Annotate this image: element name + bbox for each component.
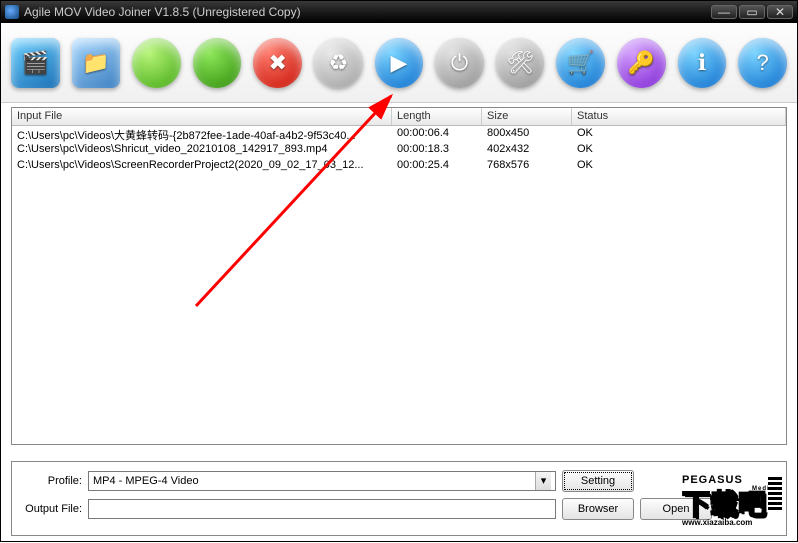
profile-value: MP4 - MPEG-4 Video xyxy=(93,475,199,487)
settings-icon[interactable]: 🛠 xyxy=(496,38,545,88)
cell-status: OK xyxy=(572,159,786,174)
cell-length: 00:00:25.4 xyxy=(392,159,482,174)
power-icon-glyph: ⏻ xyxy=(451,50,468,76)
cell-path: C:\Users\pc\Videos\ScreenRecorderProject… xyxy=(12,159,392,174)
toolbar: 🎬 📁 ✖ ♻ ▶ ⏻ 🛠 🛒 🔑 ℹ? xyxy=(1,23,797,103)
move-up-icon[interactable] xyxy=(132,38,181,88)
logo-brand: PEGASUS xyxy=(682,474,743,486)
clear-icon-glyph: ♻ xyxy=(328,50,348,76)
file-list-panel: Input File Length Size Status C:\Users\p… xyxy=(11,107,787,445)
cell-status: OK xyxy=(572,143,786,158)
output-file-input[interactable] xyxy=(88,499,556,519)
column-header-length[interactable]: Length xyxy=(392,108,482,125)
column-header-file[interactable]: Input File xyxy=(12,108,392,125)
help-icon[interactable]: ? xyxy=(738,38,787,88)
about-icon[interactable]: ℹ xyxy=(678,38,727,88)
logo-big: 下载吧 xyxy=(682,492,782,518)
output-file-label: Output File: xyxy=(22,503,82,515)
help-icon-glyph: ? xyxy=(756,50,768,76)
setting-button[interactable]: Setting xyxy=(562,470,634,492)
cell-size: 800x450 xyxy=(482,127,572,142)
move-down-icon[interactable] xyxy=(193,38,242,88)
clear-icon[interactable]: ♻ xyxy=(314,38,363,88)
settings-icon-glyph: 🛠 xyxy=(506,50,534,76)
cell-length: 00:00:06.4 xyxy=(392,127,482,142)
about-icon-glyph: ℹ xyxy=(698,50,706,76)
app-icon xyxy=(5,5,19,19)
profile-label: Profile: xyxy=(22,475,82,487)
logo: PEGASUS Media 下载吧 www.xiazaiba.com xyxy=(682,474,782,529)
cell-status: OK xyxy=(572,127,786,142)
remove-icon-glyph: ✖ xyxy=(269,50,287,76)
remove-icon[interactable]: ✖ xyxy=(253,38,302,88)
bottom-panel: Profile: MP4 - MPEG-4 Video ▾ Setting Ou… xyxy=(11,461,787,536)
table-row[interactable]: C:\Users\pc\Videos\ScreenRecorderProject… xyxy=(12,158,786,174)
power-icon[interactable]: ⏻ xyxy=(435,38,484,88)
cell-path: C:\Users\pc\Videos\Shricut_video_2021010… xyxy=(12,143,392,158)
column-header-size[interactable]: Size xyxy=(482,108,572,125)
play-icon-glyph: ▶ xyxy=(391,50,408,76)
logo-url: www.xiazaiba.com xyxy=(682,518,782,527)
buy-icon[interactable]: 🛒 xyxy=(556,38,605,88)
table-row[interactable]: C:\Users\pc\Videos\大黄蜂转码-{2b872fee-1ade-… xyxy=(12,126,786,142)
file-rows: C:\Users\pc\Videos\大黄蜂转码-{2b872fee-1ade-… xyxy=(12,126,786,444)
cell-size: 768x576 xyxy=(482,159,572,174)
register-icon[interactable]: 🔑 xyxy=(617,38,666,88)
add-folder-icon[interactable]: 📁 xyxy=(72,38,121,88)
column-header-status[interactable]: Status xyxy=(572,108,786,125)
column-header-row: Input File Length Size Status xyxy=(12,108,786,126)
table-row[interactable]: C:\Users\pc\Videos\Shricut_video_2021010… xyxy=(12,142,786,158)
cell-size: 402x432 xyxy=(482,143,572,158)
chevron-down-icon: ▾ xyxy=(535,472,551,490)
play-icon[interactable]: ▶ xyxy=(375,38,424,88)
minimize-button[interactable]: — xyxy=(711,5,737,19)
titlebar: Agile MOV Video Joiner V1.8.5 (Unregiste… xyxy=(1,1,797,23)
add-file-icon[interactable]: 🎬 xyxy=(11,38,60,88)
window-title: Agile MOV Video Joiner V1.8.5 (Unregiste… xyxy=(24,5,709,19)
add-folder-icon-glyph: 📁 xyxy=(82,50,109,76)
maximize-button[interactable]: ▭ xyxy=(739,5,765,19)
buy-icon-glyph: 🛒 xyxy=(567,50,594,76)
filmstrip-icon xyxy=(768,477,782,511)
register-icon-glyph: 🔑 xyxy=(628,50,655,76)
add-file-icon-glyph: 🎬 xyxy=(22,50,49,76)
cell-path: C:\Users\pc\Videos\大黄蜂转码-{2b872fee-1ade-… xyxy=(12,127,392,142)
cell-length: 00:00:18.3 xyxy=(392,143,482,158)
browser-button[interactable]: Browser xyxy=(562,498,634,520)
close-button[interactable]: ✕ xyxy=(767,5,793,19)
profile-combo[interactable]: MP4 - MPEG-4 Video ▾ xyxy=(88,471,556,491)
